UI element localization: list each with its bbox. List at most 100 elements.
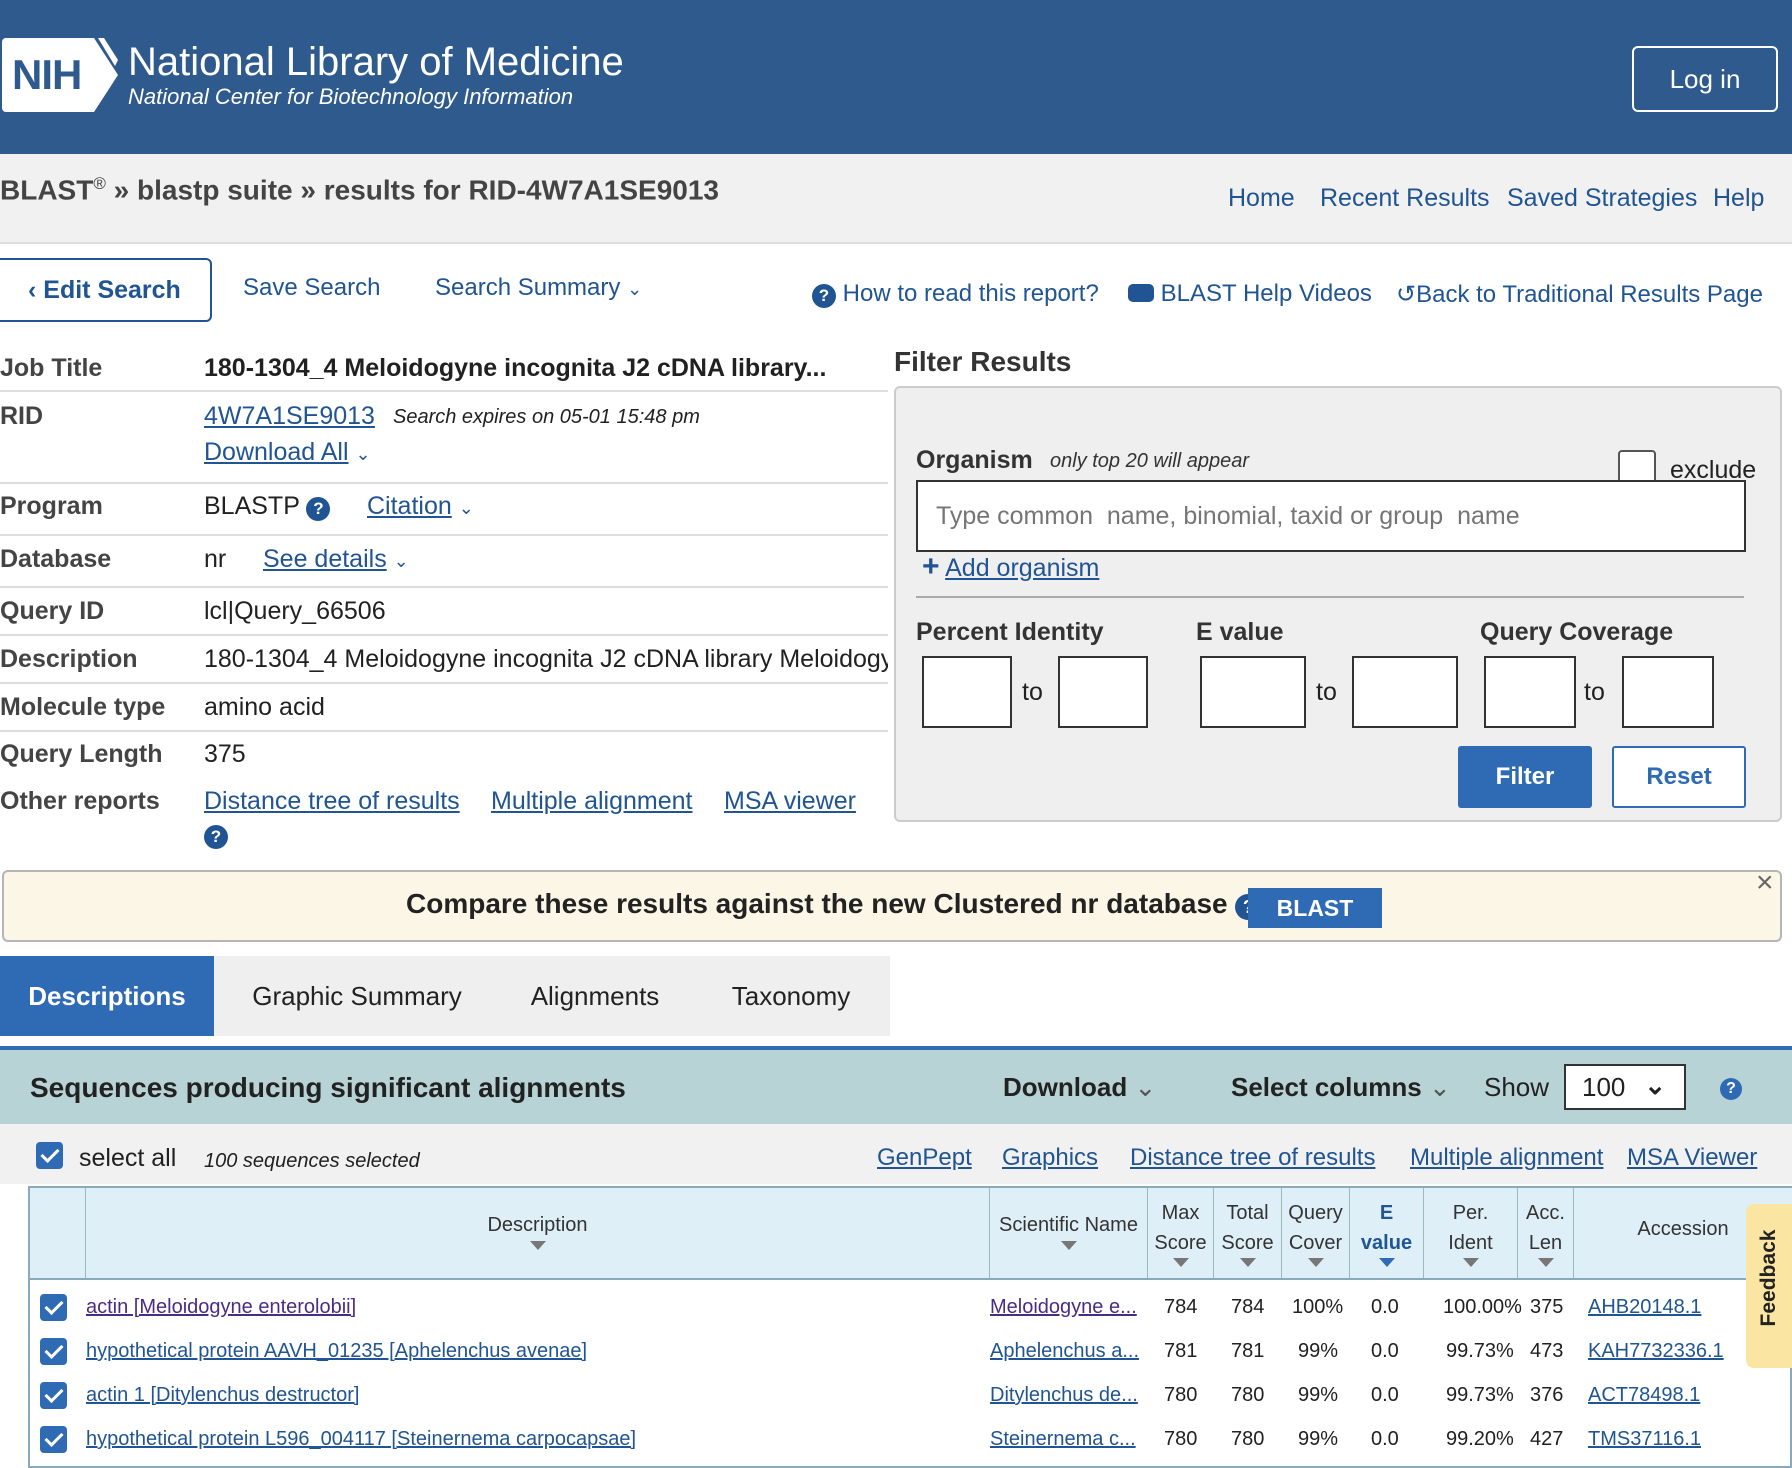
nav-home[interactable]: Home [1228, 184, 1295, 213]
tab-alignments[interactable]: Alignments [500, 956, 690, 1036]
distance-tree-link[interactable]: Distance tree of results [1130, 1144, 1375, 1172]
back-traditional-link[interactable]: ↺Back to Traditional Results Page [1396, 280, 1763, 309]
sort-icon [1307, 1258, 1324, 1267]
total-score-column-header[interactable]: Total Score [1214, 1188, 1282, 1278]
row-query-cover: 99% [1298, 1428, 1339, 1450]
tab-graphic-summary[interactable]: Graphic Summary [224, 956, 490, 1036]
tab-descriptions[interactable]: Descriptions [0, 956, 214, 1036]
msa-viewer-link[interactable]: MSA viewer [724, 787, 856, 816]
clustered-nr-banner: Compare these results against the new Cl… [2, 866, 1782, 942]
msa-viewer-link[interactable]: MSA Viewer [1627, 1144, 1757, 1172]
percent-identity-max-input[interactable] [1058, 656, 1148, 728]
how-to-read-link[interactable]: ? How to read this report? [812, 280, 1099, 308]
row-total-score: 781 [1231, 1340, 1265, 1362]
max-score-column-header[interactable]: Max Score [1148, 1188, 1214, 1278]
nih-logo[interactable]: NIH [2, 38, 86, 112]
close-icon[interactable]: × [1756, 866, 1774, 900]
scientific-name-column-header[interactable]: Scientific Name [990, 1188, 1148, 1278]
show-count-select[interactable]: 100 ⌄ [1564, 1064, 1686, 1110]
percent-identity-column-header[interactable]: Per. Ident [1424, 1188, 1518, 1278]
login-button[interactable]: Log in [1632, 46, 1778, 112]
help-videos-link[interactable]: BLAST Help Videos [1128, 280, 1372, 308]
search-summary-dropdown[interactable]: Search Summary ⌄ [435, 274, 642, 302]
reset-button[interactable]: Reset [1612, 746, 1746, 808]
download-all-dropdown[interactable]: Download All ⌄ [204, 438, 371, 467]
row-accession-link[interactable]: TMS37116.1 [1588, 1428, 1701, 1451]
query-cover-column-header[interactable]: Query Cover [1282, 1188, 1350, 1278]
graphics-link[interactable]: Graphics [1002, 1144, 1098, 1172]
divider [0, 482, 888, 484]
citation-dropdown[interactable]: Citation ⌄ [367, 492, 474, 521]
row-accession-link[interactable]: AHB20148.1 [1588, 1296, 1701, 1319]
breadcrumb-suite[interactable]: blastp suite [137, 174, 293, 205]
download-dropdown[interactable]: Download ⌄ [1003, 1072, 1156, 1103]
row-scientific-name-link[interactable]: Aphelenchus a... [990, 1340, 1139, 1363]
distance-tree-link[interactable]: Distance tree of results [204, 787, 460, 816]
breadcrumb-blast[interactable]: BLAST [0, 174, 93, 205]
e-value-label: E value [1196, 618, 1284, 646]
sort-icon [529, 1241, 546, 1250]
select-all-checkbox[interactable] [36, 1142, 63, 1169]
row-scientific-name-link[interactable]: Ditylenchus de... [990, 1384, 1138, 1407]
row-accession-link[interactable]: ACT78498.1 [1588, 1384, 1700, 1407]
e-value-column-header[interactable]: Evalue [1350, 1188, 1424, 1278]
row-accession-link[interactable]: KAH7732336.1 [1588, 1340, 1724, 1363]
organism-note: only top 20 will appear [1050, 450, 1250, 472]
row-checkbox[interactable] [40, 1338, 67, 1365]
row-query-cover: 99% [1298, 1384, 1339, 1406]
feedback-tab[interactable]: Feedback [1746, 1204, 1792, 1368]
query-coverage-max-input[interactable] [1622, 656, 1714, 728]
banner-text: Compare these results against the new Cl… [406, 888, 1262, 920]
chevron-left-icon: ‹ [28, 276, 44, 304]
program-label: Program [0, 492, 103, 520]
row-checkbox[interactable] [40, 1426, 67, 1453]
nav-saved-strategies[interactable]: Saved Strategies [1507, 184, 1697, 213]
nav-help[interactable]: Help [1713, 184, 1764, 213]
e-value-max-input[interactable] [1352, 656, 1458, 728]
query-length-label: Query Length [0, 740, 163, 768]
nav-recent-results[interactable]: Recent Results [1320, 184, 1490, 213]
percent-identity-min-input[interactable] [922, 656, 1012, 728]
save-search-link[interactable]: Save Search [243, 274, 380, 302]
row-checkbox[interactable] [40, 1294, 67, 1321]
organism-input[interactable] [916, 480, 1746, 552]
tab-taxonomy[interactable]: Taxonomy [700, 956, 882, 1036]
see-details-dropdown[interactable]: See details ⌄ [263, 545, 409, 574]
results-table: Description Scientific Name Max Score Tot… [28, 1186, 1792, 1468]
row-description-link[interactable]: actin [Meloidogyne enterolobii] [86, 1296, 356, 1319]
other-reports-label: Other reports [0, 787, 160, 815]
e-value-min-input[interactable] [1200, 656, 1306, 728]
site-header: NIH National Library of Medicine Nationa… [0, 0, 1792, 154]
sort-icon [1060, 1241, 1077, 1250]
row-checkbox[interactable] [40, 1382, 67, 1409]
filter-button[interactable]: Filter [1458, 746, 1592, 808]
row-description-link[interactable]: hypothetical protein L596_004117 [Steine… [86, 1428, 636, 1451]
row-description-link[interactable]: actin 1 [Ditylenchus destructor] [86, 1384, 359, 1407]
add-organism-link[interactable]: + Add organism [922, 550, 1099, 584]
multiple-alignment-link[interactable]: Multiple alignment [1410, 1144, 1603, 1172]
results-tabs: Descriptions Graphic Summary Alignments … [0, 956, 890, 1036]
rid-link[interactable]: 4W7A1SE9013 [204, 402, 375, 431]
question-circle-icon[interactable]: ? [204, 820, 228, 849]
question-circle-icon[interactable]: ? [306, 497, 331, 521]
question-circle-icon[interactable]: ? [1720, 1078, 1742, 1100]
selected-count: 100 sequences selected [204, 1150, 420, 1172]
banner-blast-button[interactable]: BLAST [1248, 888, 1382, 928]
row-description-link[interactable]: hypothetical protein AAVH_01235 [Aphelen… [86, 1340, 587, 1363]
breadcrumb-sep: » [113, 174, 130, 206]
row-max-score: 781 [1164, 1340, 1198, 1362]
chevron-down-icon: ⌄ [458, 498, 474, 518]
multiple-alignment-link[interactable]: Multiple alignment [491, 787, 693, 816]
edit-search-button[interactable]: ‹ Edit Search [0, 258, 212, 322]
genpept-link[interactable]: GenPept [877, 1144, 972, 1172]
header-divider [30, 1278, 1792, 1280]
section-title: Sequences producing significant alignmen… [30, 1072, 626, 1103]
acc-len-column-header[interactable]: Acc. Len [1518, 1188, 1574, 1278]
description-column-header[interactable]: Description [86, 1188, 990, 1278]
row-scientific-name-link[interactable]: Steinernema c... [990, 1428, 1136, 1451]
row-scientific-name-link[interactable]: Meloidogyne e... [990, 1296, 1137, 1319]
site-title[interactable]: National Library of Medicine [128, 40, 624, 85]
sort-icon [1172, 1258, 1189, 1267]
query-coverage-min-input[interactable] [1484, 656, 1576, 728]
select-columns-dropdown[interactable]: Select columns ⌄ [1231, 1072, 1451, 1103]
